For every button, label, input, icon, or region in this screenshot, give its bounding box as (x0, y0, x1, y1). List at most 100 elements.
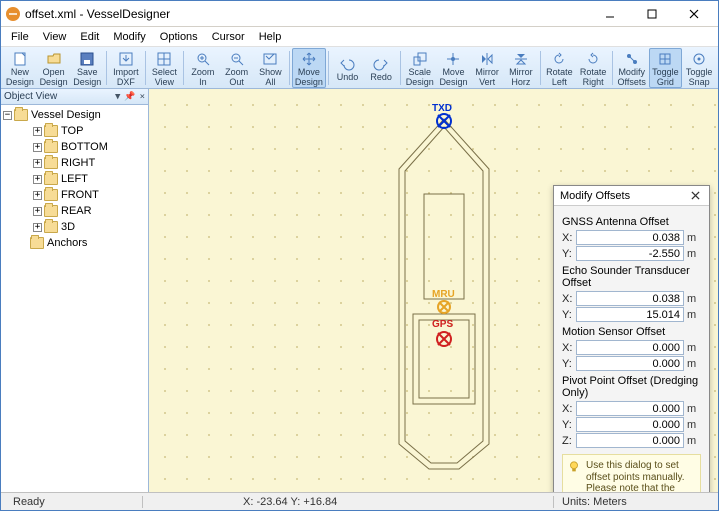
offset-row: X: m (562, 291, 701, 306)
offset-input[interactable] (576, 307, 684, 322)
undo-icon (339, 56, 355, 72)
status-ready: Ready (5, 496, 143, 508)
offset-input[interactable] (576, 291, 684, 306)
tree-view-top[interactable]: +TOP (3, 123, 146, 139)
expand-icon[interactable]: + (33, 191, 42, 200)
expand-icon[interactable]: + (33, 223, 42, 232)
tree-root[interactable]: −Vessel Design (3, 107, 146, 123)
expand-icon[interactable]: + (33, 143, 42, 152)
group-header: GNSS Antenna Offset (562, 216, 701, 228)
offset-input[interactable] (576, 230, 684, 245)
tb-showall[interactable]: ShowAll (254, 48, 288, 88)
bulb-icon (567, 460, 581, 474)
tb-zout[interactable]: ZoomOut (220, 48, 254, 88)
tree-view-front[interactable]: +FRONT (3, 187, 146, 203)
zout-icon (229, 51, 245, 67)
menubar: File View Edit Modify Options Cursor Hel… (1, 27, 718, 47)
tb-zin[interactable]: ZoomIn (186, 48, 220, 88)
unit-label: m (687, 419, 701, 431)
tree-view-rear[interactable]: +REAR (3, 203, 146, 219)
dialog-titlebar[interactable]: Modify Offsets (554, 186, 709, 206)
panel-header: Object View ▼ 📌 × (1, 89, 148, 105)
tb-save[interactable]: SaveDesign (70, 48, 104, 88)
tb-mhorz[interactable]: MirrorHorz (504, 48, 538, 88)
tree-view-3d[interactable]: +3D (3, 219, 146, 235)
tb-undo[interactable]: Undo (331, 48, 365, 88)
menu-file[interactable]: File (5, 29, 35, 45)
expand-icon[interactable]: + (33, 207, 42, 216)
menu-edit[interactable]: Edit (74, 29, 105, 45)
tb-open[interactable]: OpenDesign (37, 48, 71, 88)
tb-moff[interactable]: ModifyOffsets (615, 48, 649, 88)
import-icon (118, 51, 134, 67)
hint-box: Use this dialog to set offset points man… (562, 454, 701, 492)
field-label: Y: (562, 358, 576, 370)
titlebar: offset.xml - VesselDesigner (1, 1, 718, 27)
tb-rright[interactable]: RotateRight (576, 48, 610, 88)
canvas[interactable]: TXD MRU GPS Modify Offsets GNSS Antenna … (149, 89, 718, 492)
menu-modify[interactable]: Modify (107, 29, 151, 45)
tb-movedes2[interactable]: MoveDesign (437, 48, 471, 88)
menu-options[interactable]: Options (154, 29, 204, 45)
moff-icon (624, 51, 640, 67)
expand-icon[interactable]: + (33, 127, 42, 136)
tree-view-left[interactable]: +LEFT (3, 171, 146, 187)
unit-label: m (687, 293, 701, 305)
menu-view[interactable]: View (37, 29, 73, 45)
sensor-txd-icon (437, 114, 451, 128)
window-title: offset.xml - VesselDesigner (25, 7, 590, 21)
toolbar: NewDesignOpenDesignSaveDesignImportDXFSe… (1, 47, 718, 89)
label-txd: TXD (432, 103, 452, 114)
tree-view-bottom[interactable]: +BOTTOM (3, 139, 146, 155)
offset-input[interactable] (576, 246, 684, 261)
close-button[interactable] (674, 3, 714, 25)
redo-icon (373, 56, 389, 72)
movedes2-icon (445, 51, 461, 67)
panel-close-icon[interactable]: × (140, 92, 145, 102)
movedes-icon (301, 51, 317, 67)
tree-view-right[interactable]: +RIGHT (3, 155, 146, 171)
minimize-button[interactable] (590, 3, 630, 25)
panel-title: Object View (4, 91, 57, 102)
menu-help[interactable]: Help (253, 29, 288, 45)
offset-input[interactable] (576, 433, 684, 448)
object-view-panel: Object View ▼ 📌 × −Vessel Design+TOP+BOTTO… (1, 89, 149, 492)
selview-icon (156, 51, 172, 67)
save-icon (79, 51, 95, 67)
tb-tgrid[interactable]: ToggleGrid (649, 48, 683, 88)
panel-autohide-icon[interactable]: 📌 (124, 92, 135, 102)
maximize-button[interactable] (632, 3, 672, 25)
offset-input[interactable] (576, 340, 684, 355)
menu-cursor[interactable]: Cursor (206, 29, 251, 45)
tree: −Vessel Design+TOP+BOTTOM+RIGHT+LEFT+FRO… (1, 105, 148, 492)
offset-input[interactable] (576, 356, 684, 371)
tb-selview[interactable]: SelectView (148, 48, 182, 88)
folder-icon (14, 109, 28, 121)
field-label: Y: (562, 419, 576, 431)
offset-input[interactable] (576, 401, 684, 416)
offset-row: Y:m (562, 356, 701, 371)
dialog-close-icon[interactable] (687, 188, 703, 204)
group-header: Motion Sensor Offset (562, 326, 701, 338)
tree-anchors[interactable]: Anchors (3, 235, 146, 251)
mhorz-icon (513, 51, 529, 67)
expand-icon[interactable]: + (33, 159, 42, 168)
offset-input[interactable] (576, 417, 684, 432)
tgrid-icon (657, 51, 673, 67)
tb-import[interactable]: ImportDXF (109, 48, 143, 88)
tb-scale[interactable]: ScaleDesign (403, 48, 437, 88)
expand-icon[interactable]: + (33, 175, 42, 184)
tb-rleft[interactable]: RotateLeft (543, 48, 577, 88)
tb-new[interactable]: NewDesign (3, 48, 37, 88)
expand-icon[interactable]: − (3, 111, 12, 120)
tb-mvert[interactable]: MirrorVert (470, 48, 504, 88)
tsnap-icon (691, 51, 707, 67)
unit-label: m (687, 248, 701, 260)
offset-row: X:m (562, 340, 701, 355)
panel-pin-icon[interactable]: ▼ (115, 92, 120, 102)
unit-label: m (687, 403, 701, 415)
field-label: X: (562, 293, 576, 305)
tb-movedes[interactable]: MoveDesign (292, 48, 326, 88)
tb-redo[interactable]: Redo (364, 48, 398, 88)
tb-tsnap[interactable]: ToggleSnap (682, 48, 716, 88)
